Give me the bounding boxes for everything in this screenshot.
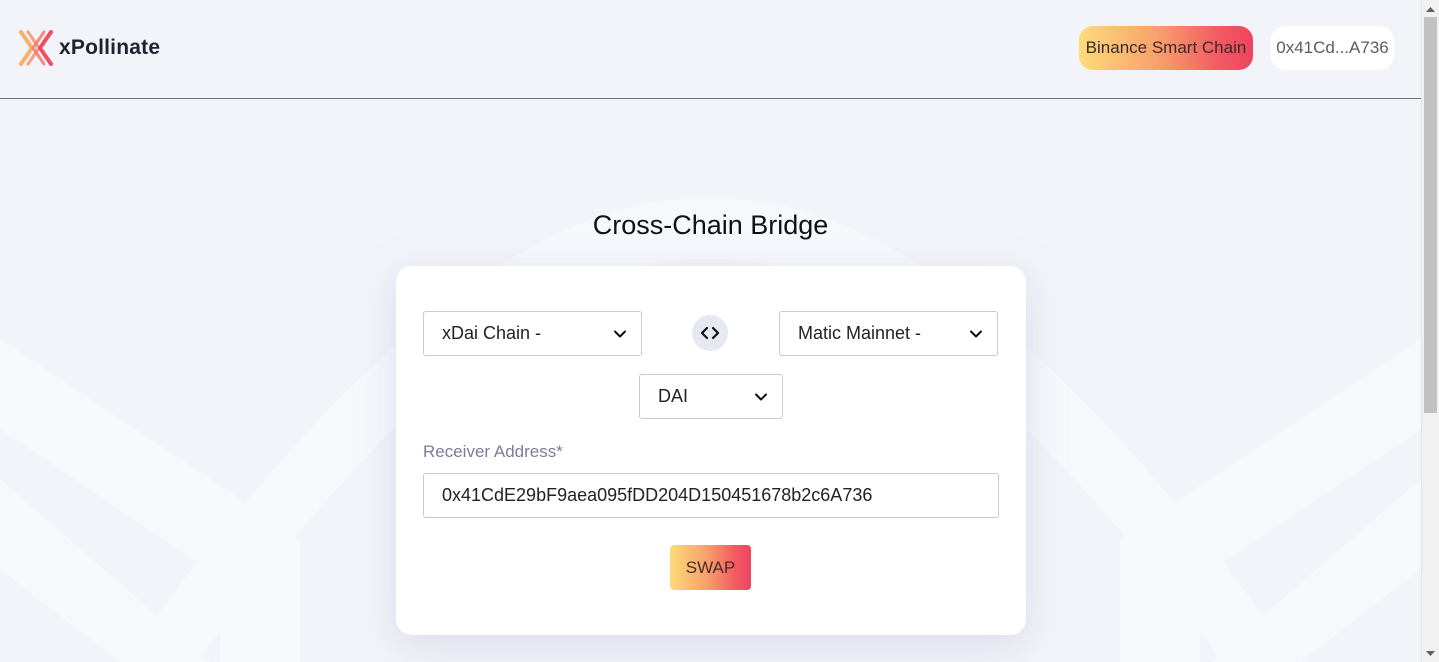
top-navbar: xPollinate Binance Smart Chain 0x41Cd...… <box>0 0 1421 99</box>
wallet-address-button[interactable]: 0x41Cd...A736 <box>1271 26 1394 70</box>
swap-direction-button[interactable] <box>692 315 728 351</box>
swap-direction-icon <box>700 326 720 340</box>
network-button[interactable]: Binance Smart Chain <box>1079 26 1253 70</box>
swap-button[interactable]: SWAP <box>670 545 751 590</box>
scroll-down-arrow[interactable] <box>1422 645 1439 662</box>
token-select[interactable]: DAI <box>639 374 783 419</box>
scroll-down-icon <box>1426 650 1435 656</box>
chevron-down-icon <box>614 330 626 337</box>
vertical-scrollbar[interactable] <box>1421 0 1439 662</box>
receiver-address-input[interactable] <box>423 473 999 518</box>
brand-name: xPollinate <box>59 36 161 59</box>
xpollinate-logo-icon <box>19 30 53 66</box>
scrollbar-thumb[interactable] <box>1424 17 1437 413</box>
chevron-down-icon <box>755 393 767 400</box>
receiver-address-label: Receiver Address* <box>423 442 563 461</box>
token-value: DAI <box>658 386 689 406</box>
to-chain-select[interactable]: Matic Mainnet - <box>779 311 998 356</box>
from-chain-select[interactable]: xDai Chain - <box>423 311 642 356</box>
page-title: Cross-Chain Bridge <box>592 210 829 240</box>
scroll-up-icon <box>1426 6 1435 12</box>
page: xPollinate Binance Smart Chain 0x41Cd...… <box>0 0 1421 662</box>
from-chain-value: xDai Chain - <box>442 323 542 343</box>
to-chain-value: Matic Mainnet - <box>798 323 922 343</box>
scroll-up-arrow[interactable] <box>1422 0 1439 17</box>
chevron-down-icon <box>970 330 982 337</box>
brand-logo[interactable]: xPollinate <box>18 30 160 66</box>
bridge-card: xDai Chain - Matic Mainnet - DAI Receive… <box>396 266 1026 635</box>
